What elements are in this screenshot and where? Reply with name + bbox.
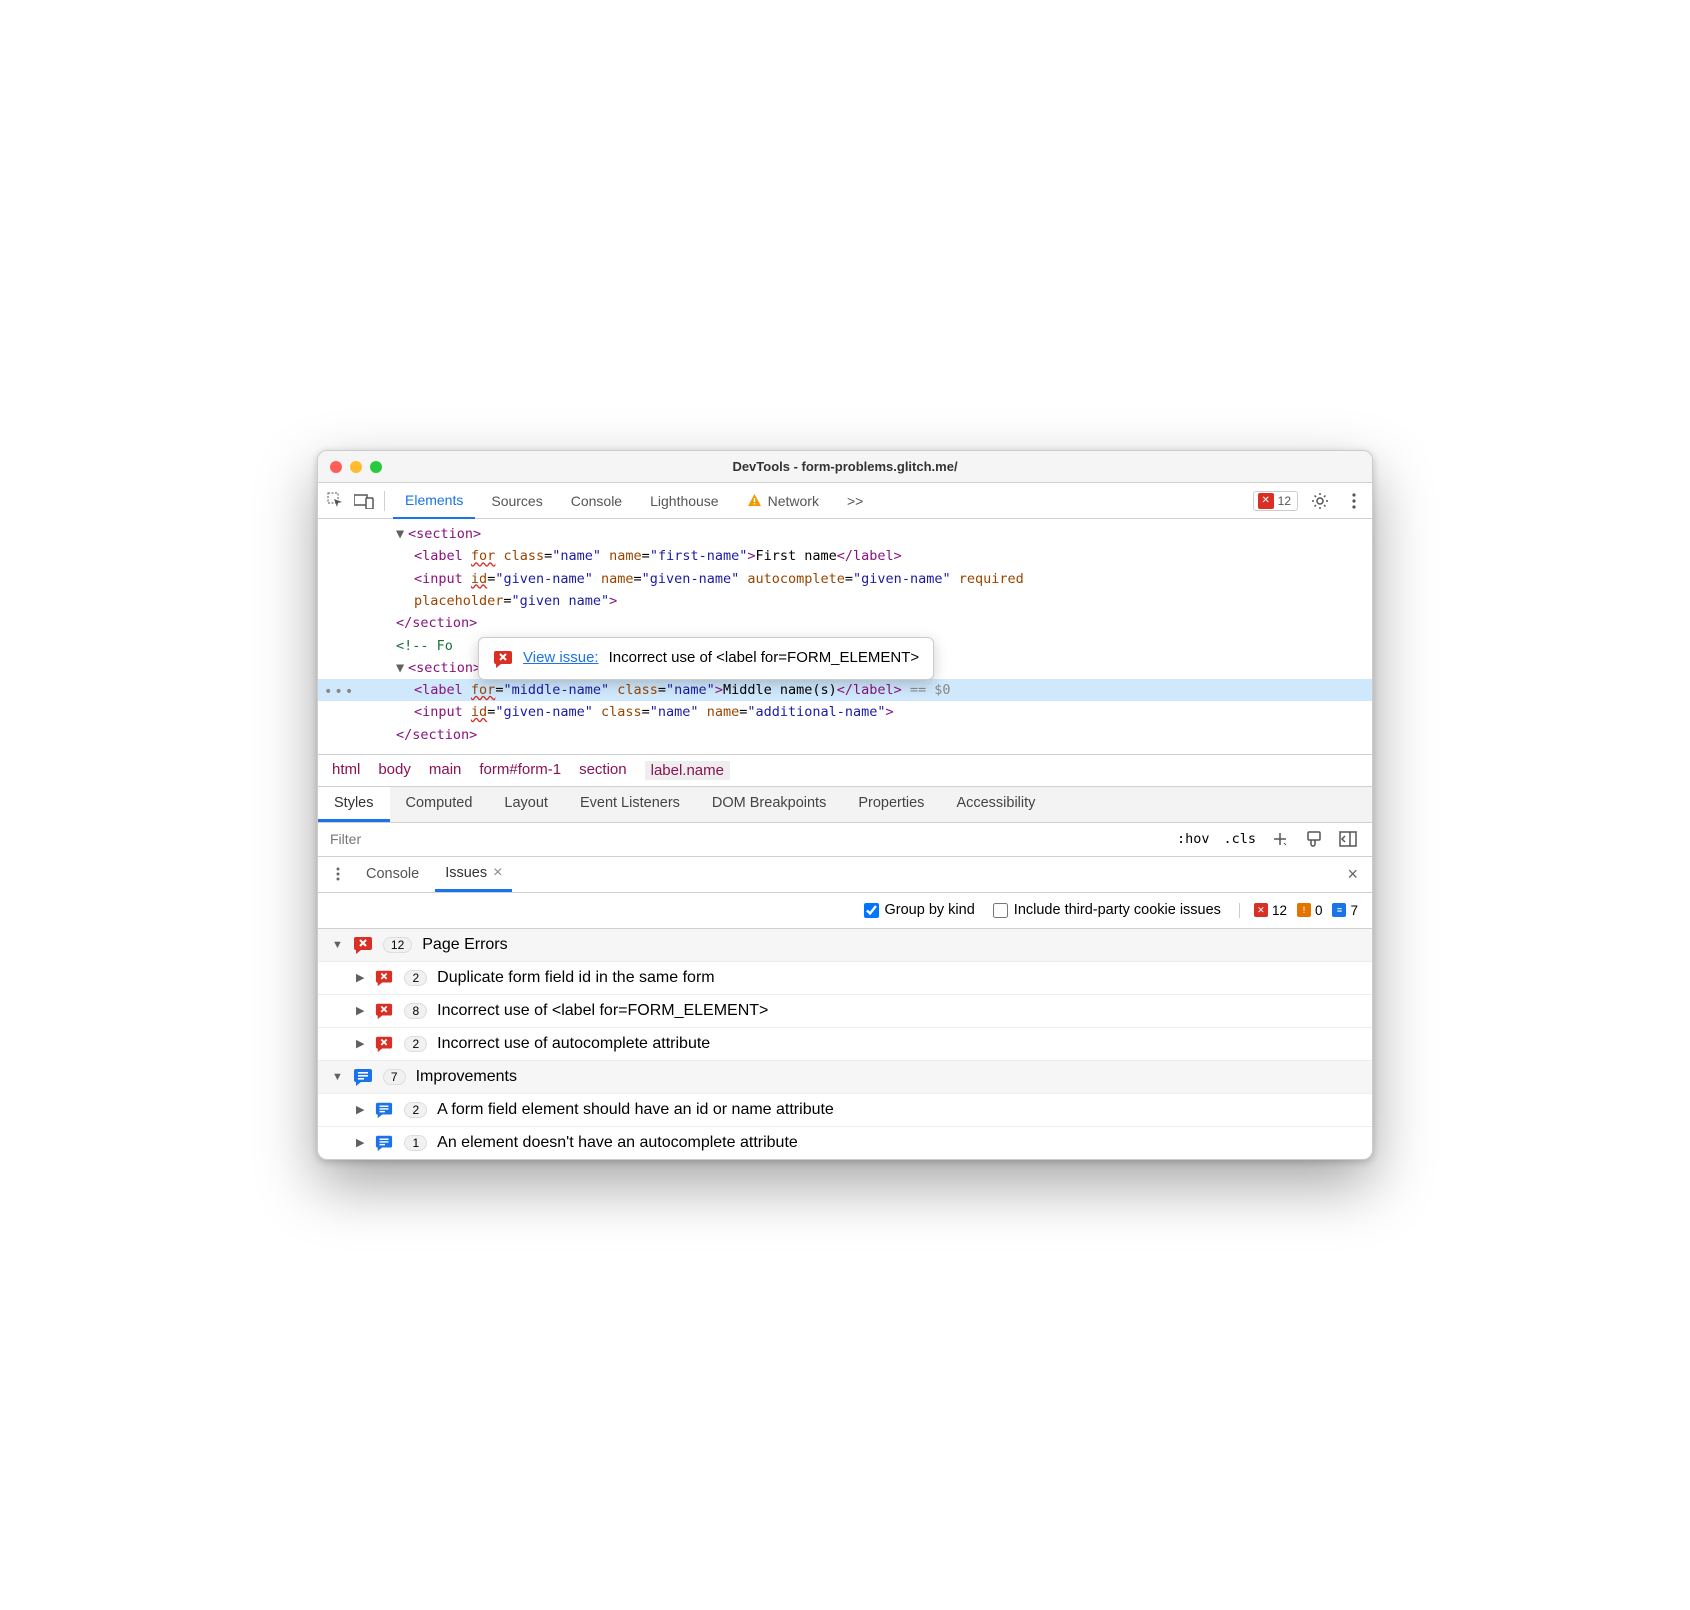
chevron-down-icon[interactable]: ▼ — [332, 939, 343, 951]
selected-node[interactable]: ••• <label for="middle-name" class="name… — [318, 679, 1372, 701]
issue-label: Duplicate form field id in the same form — [437, 969, 714, 987]
chevron-right-icon[interactable]: ▶ — [356, 1004, 364, 1017]
issue-label: A form field element should have an id o… — [437, 1101, 834, 1119]
chevron-right-icon[interactable]: ▶ — [356, 971, 364, 984]
kebab-icon[interactable] — [1342, 489, 1366, 513]
info-count-badge[interactable]: ≡7 — [1332, 903, 1358, 918]
close-window-dot[interactable] — [330, 461, 342, 473]
subtab-layout[interactable]: Layout — [488, 787, 564, 822]
error-x-icon: ✕ — [1258, 493, 1274, 509]
crumb-html[interactable]: html — [332, 761, 360, 780]
view-issue-link[interactable]: View issue: — [523, 646, 599, 671]
zoom-window-dot[interactable] — [370, 461, 382, 473]
subtab-properties[interactable]: Properties — [842, 787, 940, 822]
info-bubble-icon — [374, 1100, 394, 1120]
devtools-toolbar: Elements Sources Console Lighthouse Netw… — [318, 483, 1372, 519]
subtab-styles[interactable]: Styles — [318, 787, 390, 822]
issue-label: Incorrect use of autocomplete attribute — [437, 1035, 710, 1053]
crumb-body[interactable]: body — [378, 761, 411, 780]
subtab-computed[interactable]: Computed — [390, 787, 489, 822]
error-counter[interactable]: ✕ 12 — [1253, 491, 1298, 511]
issue-label: An element doesn't have an autocomplete … — [437, 1134, 798, 1152]
drawer-kebab-icon[interactable] — [326, 862, 350, 886]
info-bubble-icon — [353, 1067, 373, 1087]
tab-sources[interactable]: Sources — [479, 483, 554, 519]
chevron-right-icon[interactable]: ▶ — [356, 1103, 364, 1116]
chevron-right-icon[interactable]: ▶ — [356, 1136, 364, 1149]
styles-filter-input[interactable] — [318, 831, 1163, 847]
error-bubble-icon — [374, 1001, 394, 1021]
titlebar: DevTools - form-problems.glitch.me/ — [318, 451, 1372, 483]
chevron-down-icon[interactable]: ▼ — [332, 1071, 343, 1083]
subtab-dom-breakpoints[interactable]: DOM Breakpoints — [696, 787, 842, 822]
devtools-window: DevTools - form-problems.glitch.me/ Elem… — [317, 450, 1373, 1160]
drawer-tabs: Console Issues× × — [318, 857, 1372, 893]
subtab-event-listeners[interactable]: Event Listeners — [564, 787, 696, 822]
issue-item[interactable]: ▶ 2 Duplicate form field id in the same … — [318, 962, 1372, 995]
new-style-icon[interactable] — [1270, 829, 1290, 849]
styles-filter-row: :hov .cls — [318, 823, 1372, 857]
panel-toggle-icon[interactable] — [1338, 829, 1358, 849]
error-bubble-icon — [493, 649, 513, 669]
error-count-badge[interactable]: ✕12 — [1254, 903, 1287, 918]
subtab-accessibility[interactable]: Accessibility — [940, 787, 1051, 822]
warning-icon — [747, 493, 762, 508]
error-bubble-icon — [374, 968, 394, 988]
close-issues-tab-icon[interactable]: × — [493, 864, 502, 882]
issue-counters: ✕12 !0 ≡7 — [1239, 903, 1358, 918]
issue-item[interactable]: ▶ 1 An element doesn't have an autocompl… — [318, 1127, 1372, 1159]
error-bubble-icon — [353, 935, 373, 955]
issue-tooltip: View issue: Incorrect use of <label for=… — [478, 637, 934, 680]
issue-label: Incorrect use of <label for=FORM_ELEMENT… — [437, 1002, 768, 1020]
include-third-party-checkbox[interactable]: Include third-party cookie issues — [993, 902, 1221, 918]
crumb-main[interactable]: main — [429, 761, 462, 780]
minimize-window-dot[interactable] — [350, 461, 362, 473]
tab-network[interactable]: Network — [735, 483, 831, 519]
tab-elements[interactable]: Elements — [393, 483, 475, 519]
drawer-tab-issues[interactable]: Issues× — [435, 856, 512, 892]
issue-item[interactable]: ▶ 2 Incorrect use of autocomplete attrib… — [318, 1028, 1372, 1061]
tab-lighthouse[interactable]: Lighthouse — [638, 483, 731, 519]
issue-item[interactable]: ▶ 2 A form field element should have an … — [318, 1094, 1372, 1127]
elements-tree[interactable]: ▼<section> <label for class="name" name=… — [318, 519, 1372, 754]
window-controls — [330, 461, 382, 473]
crumb-section[interactable]: section — [579, 761, 627, 780]
hov-toggle[interactable]: :hov — [1177, 831, 1210, 847]
group-by-kind-checkbox[interactable]: Group by kind — [864, 902, 975, 918]
tooltip-message: Incorrect use of <label for=FORM_ELEMENT… — [609, 646, 920, 671]
issue-group-improvements[interactable]: ▼ 7 Improvements — [318, 1061, 1372, 1094]
issue-group-errors[interactable]: ▼ 12 Page Errors — [318, 929, 1372, 962]
group-label: Page Errors — [422, 936, 507, 954]
crumb-form[interactable]: form#form-1 — [479, 761, 561, 780]
inspect-icon[interactable] — [324, 489, 348, 513]
info-bubble-icon — [374, 1133, 394, 1153]
group-label: Improvements — [416, 1068, 517, 1086]
warn-count-badge[interactable]: !0 — [1297, 903, 1323, 918]
window-title: DevTools - form-problems.glitch.me/ — [318, 459, 1372, 474]
tab-console[interactable]: Console — [559, 483, 634, 519]
crumb-label[interactable]: label.name — [645, 761, 730, 780]
cls-toggle[interactable]: .cls — [1223, 831, 1256, 847]
styles-tabs: Styles Computed Layout Event Listeners D… — [318, 786, 1372, 823]
issue-item[interactable]: ▶ 8 Incorrect use of <label for=FORM_ELE… — [318, 995, 1372, 1028]
gear-icon[interactable] — [1308, 489, 1332, 513]
chevron-right-icon[interactable]: ▶ — [356, 1037, 364, 1050]
issues-filter-bar: Group by kind Include third-party cookie… — [318, 893, 1372, 929]
close-drawer-icon[interactable]: × — [1341, 864, 1364, 885]
device-toggle-icon[interactable] — [352, 489, 376, 513]
error-bubble-icon — [374, 1034, 394, 1054]
breadcrumb: html body main form#form-1 section label… — [318, 754, 1372, 786]
brush-icon[interactable] — [1304, 829, 1324, 849]
tabs-overflow[interactable]: >> — [835, 483, 875, 519]
issues-list: ▼ 12 Page Errors ▶ 2 Duplicate form fiel… — [318, 929, 1372, 1159]
drawer-tab-console[interactable]: Console — [356, 856, 429, 892]
